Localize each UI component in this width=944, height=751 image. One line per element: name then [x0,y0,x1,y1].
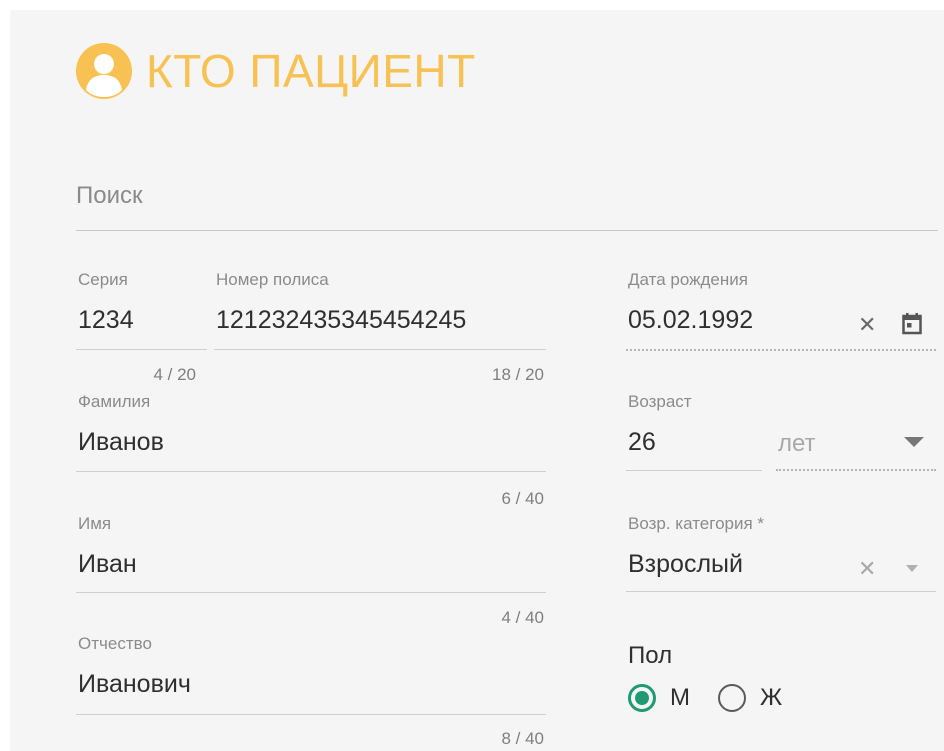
age-category-select[interactable]: Взрослый [628,550,743,579]
series-label: Серия [78,270,128,289]
last-name-counter: 6 / 40 [501,489,544,508]
page-header: КТО ПАЦИЕНТ [76,43,476,99]
gender-option-male[interactable]: М [628,684,690,712]
first-name-label: Имя [78,514,112,533]
policy-counter: 18 / 20 [492,365,544,384]
first-name-counter: 4 / 40 [501,608,544,627]
gender-option-label: М [670,684,690,711]
age-unit-underline [776,469,936,471]
age-underline [626,470,762,471]
page-title: КТО ПАЦИЕНТ [146,45,476,97]
last-name-underline [76,471,546,472]
policy-input[interactable]: 121232435345454245 [216,306,466,335]
search-input[interactable] [76,182,938,210]
age-label: Возраст [628,392,692,411]
chevron-down-icon[interactable] [904,437,924,447]
series-input[interactable]: 1234 [78,306,134,335]
policy-label: Номер полиса [216,270,329,289]
radio-checked-icon[interactable] [628,684,656,712]
birth-date-underline [626,349,936,351]
search-field [76,182,938,231]
age-unit-select[interactable]: лет [778,430,816,458]
policy-underline [214,349,546,350]
birth-date-clear-icon[interactable]: ✕ [858,312,876,338]
calendar-icon[interactable] [902,313,922,335]
last-name-label: Фамилия [78,392,151,411]
age-input[interactable]: 26 [628,428,656,457]
gender-option-label: Ж [760,684,783,711]
patronymic-counter: 8 / 40 [501,729,544,748]
gender-radio-group: М Ж [628,684,782,712]
first-name-input[interactable]: Иван [78,550,137,579]
gender-option-female[interactable]: Ж [718,684,782,712]
last-name-input[interactable]: Иванов [78,428,164,457]
patronymic-label: Отчество [78,634,152,653]
age-category-underline [626,591,936,592]
person-avatar-icon [76,43,132,99]
radio-unchecked-icon[interactable] [718,684,746,712]
age-category-clear-icon[interactable]: ✕ [858,556,876,582]
gender-label: Пол [628,642,673,669]
series-underline [76,349,207,350]
birth-date-input[interactable]: 05.02.1992 [628,306,753,335]
first-name-underline [76,592,546,593]
chevron-down-icon[interactable] [906,565,918,572]
birth-date-label: Дата рождения [628,270,748,289]
patronymic-input[interactable]: Иванович [78,670,191,699]
age-category-label: Возр. категория * [628,514,765,533]
series-counter: 4 / 20 [153,365,196,384]
patronymic-underline [76,714,546,715]
